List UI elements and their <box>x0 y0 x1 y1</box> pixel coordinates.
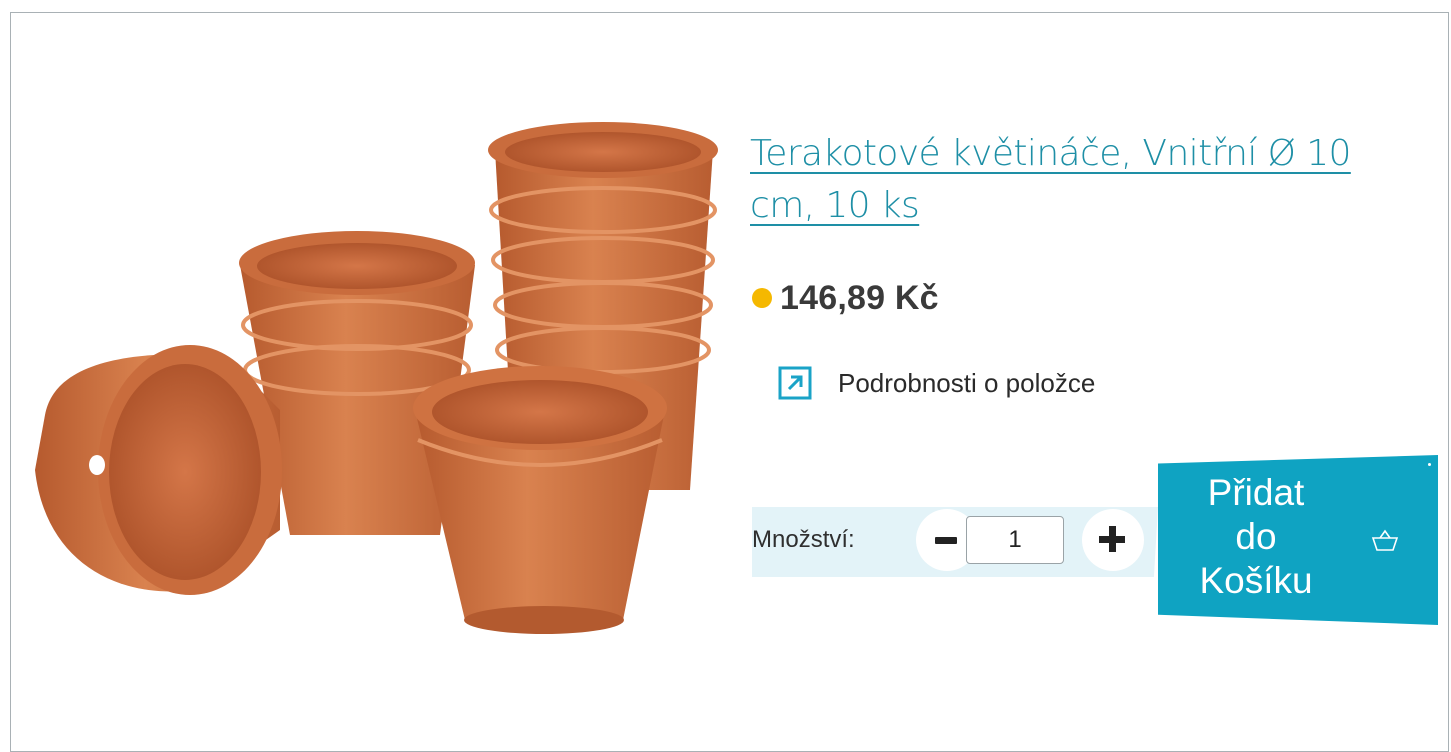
stock-status-dot <box>752 288 772 308</box>
external-link-icon <box>778 366 812 400</box>
product-title-link[interactable]: Terakotové květináče, Vnitřní Ø 10 cm, 1… <box>750 128 1410 232</box>
quantity-increase-button[interactable] <box>1082 509 1144 571</box>
price-row: 146,89 Kč <box>752 278 939 318</box>
basket-icon <box>1371 529 1399 551</box>
product-image[interactable] <box>25 110 725 650</box>
item-details-label: Podrobnosti o položce <box>838 367 1096 398</box>
quantity-input[interactable] <box>966 516 1064 564</box>
product-price: 146,89 Kč <box>780 278 939 317</box>
add-to-cart-label: Přidat do Košíku <box>1199 472 1313 601</box>
quantity-label: Množství: <box>752 526 855 553</box>
add-to-cart-button[interactable]: Přidat do Košíku <box>1158 455 1438 625</box>
minus-icon <box>935 537 957 544</box>
item-details-link[interactable]: Podrobnosti o položce <box>778 366 1095 400</box>
decorative-dot <box>1428 463 1431 466</box>
